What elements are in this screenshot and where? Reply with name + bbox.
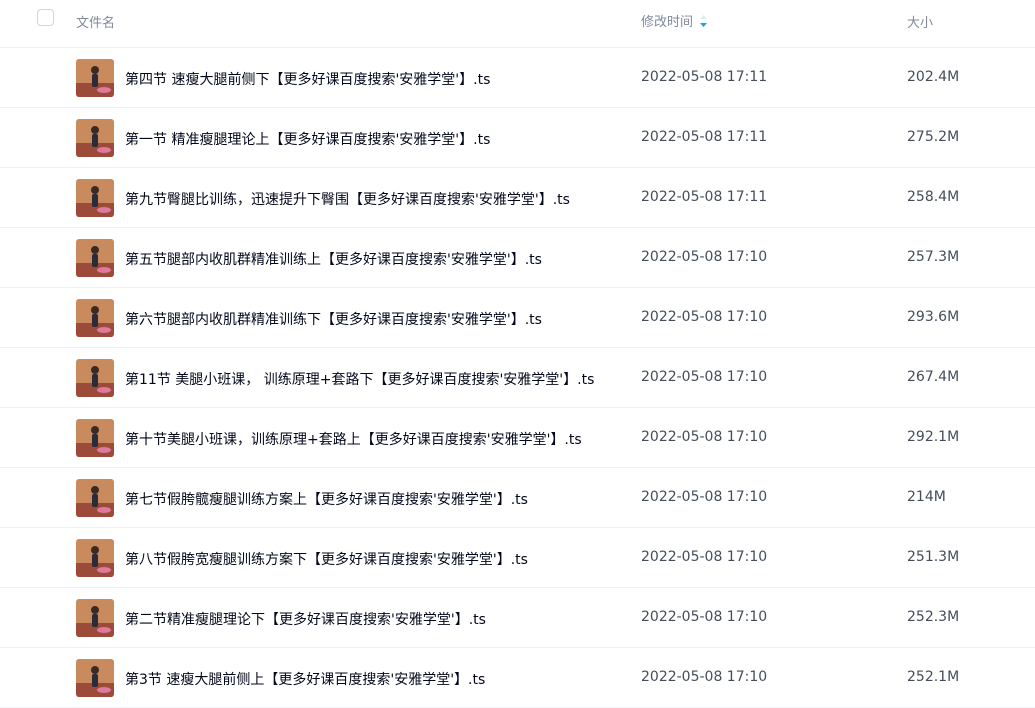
select-all-checkbox[interactable] — [37, 9, 54, 26]
file-modified-time: 2022-05-08 17:10 — [641, 669, 768, 685]
file-name[interactable]: 第11节 美腿小班课， 训练原理+套路下【更多好课百度搜索'安雅学堂'】.ts — [125, 369, 594, 389]
video-thumbnail[interactable] — [76, 59, 114, 97]
file-size: 257.3M — [907, 249, 960, 265]
file-row[interactable]: 第七节假胯髋瘦腿训练方案上【更多好课百度搜索'安雅学堂'】.ts 2022-05… — [0, 468, 1035, 528]
file-row[interactable]: 第六节腿部内收肌群精准训练下【更多好课百度搜索'安雅学堂'】.ts 2022-0… — [0, 288, 1035, 348]
file-name[interactable]: 第七节假胯髋瘦腿训练方案上【更多好课百度搜索'安雅学堂'】.ts — [125, 489, 528, 509]
file-modified-time: 2022-05-08 17:10 — [641, 549, 768, 565]
file-modified-time: 2022-05-08 17:10 — [641, 429, 768, 445]
file-row[interactable]: 第3节 速瘦大腿前侧上【更多好课百度搜索'安雅学堂'】.ts 2022-05-0… — [0, 648, 1035, 708]
file-name[interactable]: 第二节精准瘦腿理论下【更多好课百度搜索'安雅学堂'】.ts — [125, 609, 486, 629]
file-row[interactable]: 第八节假胯宽瘦腿训练方案下【更多好课百度搜索'安雅学堂'】.ts 2022-05… — [0, 528, 1035, 588]
video-thumbnail[interactable] — [76, 419, 114, 457]
file-row[interactable]: 第五节腿部内收肌群精准训练上【更多好课百度搜索'安雅学堂'】.ts 2022-0… — [0, 228, 1035, 288]
file-modified-time: 2022-05-08 17:10 — [641, 609, 768, 625]
file-size: 267.4M — [907, 369, 960, 385]
file-row[interactable]: 第九节臀腿比训练，迅速提升下臀围【更多好课百度搜索'安雅学堂'】.ts 2022… — [0, 168, 1035, 228]
file-size: 202.4M — [907, 69, 960, 85]
file-size: 214M — [907, 489, 946, 505]
file-row[interactable]: 第十节美腿小班课，训练原理+套路上【更多好课百度搜索'安雅学堂'】.ts 202… — [0, 408, 1035, 468]
file-name[interactable]: 第十节美腿小班课，训练原理+套路上【更多好课百度搜索'安雅学堂'】.ts — [125, 429, 582, 449]
file-row[interactable]: 第11节 美腿小班课， 训练原理+套路下【更多好课百度搜索'安雅学堂'】.ts … — [0, 348, 1035, 408]
file-size: 275.2M — [907, 129, 960, 145]
video-thumbnail[interactable] — [76, 599, 114, 637]
file-list-header: 文件名 修改时间 大小 — [0, 0, 1035, 48]
file-name[interactable]: 第六节腿部内收肌群精准训练下【更多好课百度搜索'安雅学堂'】.ts — [125, 309, 542, 329]
column-header-modified-label: 修改时间 — [641, 15, 694, 30]
file-size: 252.3M — [907, 609, 960, 625]
video-thumbnail[interactable] — [76, 179, 114, 217]
file-row[interactable]: 第二节精准瘦腿理论下【更多好课百度搜索'安雅学堂'】.ts 2022-05-08… — [0, 588, 1035, 648]
file-size: 258.4M — [907, 189, 960, 205]
sort-desc-icon[interactable] — [699, 14, 708, 28]
file-size: 292.1M — [907, 429, 960, 445]
file-size: 251.3M — [907, 549, 960, 565]
column-header-modified[interactable]: 修改时间 — [641, 11, 708, 30]
file-list: 文件名 修改时间 大小 第四节 速瘦大腿前侧下【更多好课百度搜索'安雅学堂'】.… — [0, 0, 1035, 708]
file-modified-time: 2022-05-08 17:11 — [641, 69, 768, 85]
file-name[interactable]: 第一节 精准瘦腿理论上【更多好课百度搜索'安雅学堂'】.ts — [125, 129, 490, 149]
video-thumbnail[interactable] — [76, 359, 114, 397]
file-modified-time: 2022-05-08 17:10 — [641, 369, 768, 385]
file-rows: 第四节 速瘦大腿前侧下【更多好课百度搜索'安雅学堂'】.ts 2022-05-0… — [0, 48, 1035, 708]
file-modified-time: 2022-05-08 17:11 — [641, 189, 768, 205]
file-name[interactable]: 第八节假胯宽瘦腿训练方案下【更多好课百度搜索'安雅学堂'】.ts — [125, 549, 528, 569]
file-row[interactable]: 第一节 精准瘦腿理论上【更多好课百度搜索'安雅学堂'】.ts 2022-05-0… — [0, 108, 1035, 168]
video-thumbnail[interactable] — [76, 239, 114, 277]
file-row[interactable]: 第四节 速瘦大腿前侧下【更多好课百度搜索'安雅学堂'】.ts 2022-05-0… — [0, 48, 1035, 108]
file-modified-time: 2022-05-08 17:10 — [641, 489, 768, 505]
file-size: 252.1M — [907, 669, 960, 685]
file-name[interactable]: 第五节腿部内收肌群精准训练上【更多好课百度搜索'安雅学堂'】.ts — [125, 249, 542, 269]
video-thumbnail[interactable] — [76, 479, 114, 517]
file-name[interactable]: 第九节臀腿比训练，迅速提升下臀围【更多好课百度搜索'安雅学堂'】.ts — [125, 189, 570, 209]
file-name[interactable]: 第四节 速瘦大腿前侧下【更多好课百度搜索'安雅学堂'】.ts — [125, 69, 490, 89]
video-thumbnail[interactable] — [76, 539, 114, 577]
file-modified-time: 2022-05-08 17:10 — [641, 249, 768, 265]
column-header-size[interactable]: 大小 — [907, 12, 933, 31]
file-modified-time: 2022-05-08 17:10 — [641, 309, 768, 325]
column-header-name[interactable]: 文件名 — [76, 12, 115, 31]
video-thumbnail[interactable] — [76, 659, 114, 697]
file-size: 293.6M — [907, 309, 960, 325]
video-thumbnail[interactable] — [76, 119, 114, 157]
file-name[interactable]: 第3节 速瘦大腿前侧上【更多好课百度搜索'安雅学堂'】.ts — [125, 669, 485, 689]
video-thumbnail[interactable] — [76, 299, 114, 337]
file-modified-time: 2022-05-08 17:11 — [641, 129, 768, 145]
